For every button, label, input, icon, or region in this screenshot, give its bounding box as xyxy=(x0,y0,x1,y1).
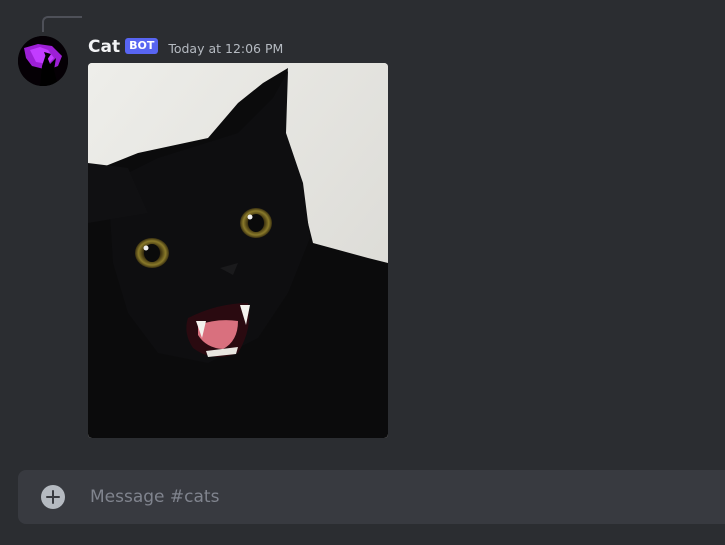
add-attachment-button[interactable] xyxy=(41,485,65,509)
image-attachment[interactable] xyxy=(88,63,388,438)
message-input[interactable] xyxy=(88,481,725,513)
chat-view: Cat BOT Today at 12:06 PM xyxy=(0,0,725,545)
message-header: Cat BOT Today at 12:06 PM xyxy=(88,35,283,59)
bot-avatar[interactable] xyxy=(18,36,68,86)
reply-connector xyxy=(42,16,82,32)
cat-avatar-icon xyxy=(18,36,68,86)
message-timestamp[interactable]: Today at 12:06 PM xyxy=(168,41,283,56)
message-composer xyxy=(18,470,725,524)
black-cat-image xyxy=(88,63,388,438)
author-name[interactable]: Cat xyxy=(88,37,120,57)
bot-badge: BOT xyxy=(125,38,159,54)
